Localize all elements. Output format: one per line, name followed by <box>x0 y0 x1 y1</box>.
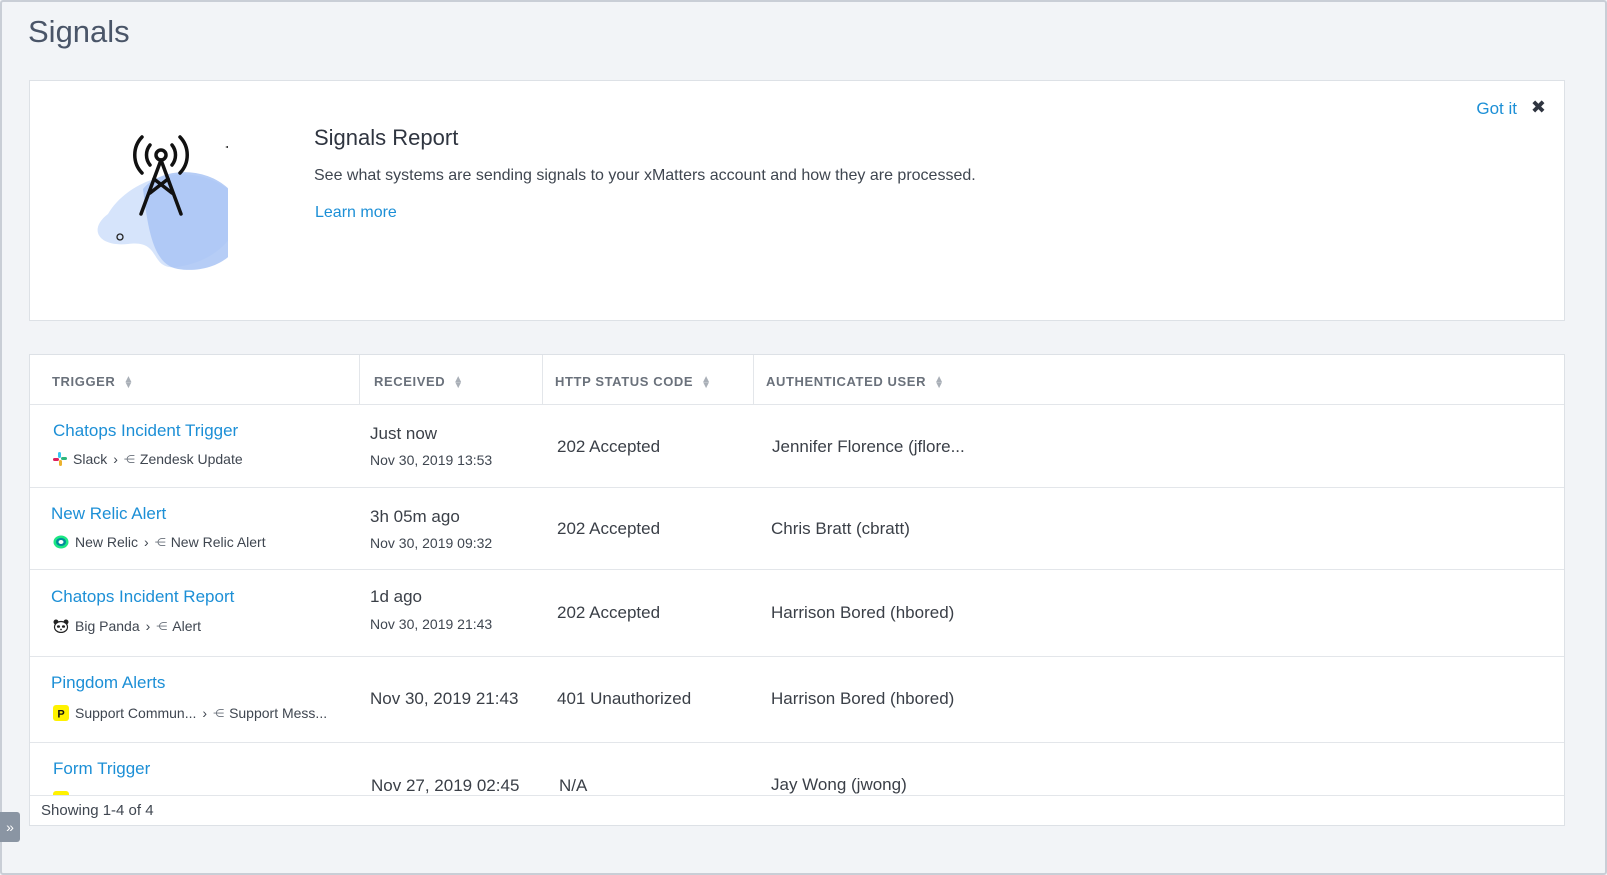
trigger-link[interactable]: Chatops Incident Trigger <box>53 421 238 441</box>
big-panda-icon <box>53 619 69 633</box>
signals-report-banner: Signals Report See what systems are send… <box>29 80 1565 321</box>
trigger-path: Big Panda › ⋲ Alert <box>53 618 201 634</box>
chevron-right-icon: › <box>202 705 208 721</box>
sort-icon: ▲ ▼ <box>701 373 712 391</box>
sort-icon: ▲ ▼ <box>123 373 134 391</box>
target-name: Alert <box>172 618 202 634</box>
http-status: N/A <box>559 776 588 795</box>
received-date: Nov 30, 2019 21:43 <box>370 616 493 632</box>
table-row[interactable]: Chatops Incident Report Big Panda › ⋲ Al… <box>30 570 1564 657</box>
trigger-link[interactable]: Form Trigger <box>53 759 150 779</box>
target-name: New Relic Alert <box>170 534 266 550</box>
expand-sidebar-icon[interactable]: » <box>0 812 20 842</box>
column-label: HTTP STATUS CODE <box>555 374 694 389</box>
column-header-received[interactable]: RECEIVED ▲ ▼ <box>374 355 464 405</box>
received-date: Nov 27, 2019 02:45 <box>371 776 520 795</box>
table-header: TRIGGER ▲ ▼ RECEIVED ▲ ▼ HTTP STATUS CODE ▲ ▼ … <box>30 355 1564 405</box>
http-status: 401 Unauthorized <box>557 689 692 708</box>
received-date: Nov 30, 2019 13:53 <box>370 452 493 468</box>
source-name: Big Panda <box>75 618 140 634</box>
http-status: 202 Accepted <box>557 519 661 538</box>
authenticated-user: Chris Bratt (cbratt) <box>771 519 910 538</box>
sort-icon: ▲ ▼ <box>453 373 464 391</box>
slack-icon <box>53 452 67 466</box>
table-row[interactable]: New Relic Alert New Relic › ⋲ New Relic … <box>30 488 1564 570</box>
column-divider <box>542 355 543 405</box>
sort-icon: ▲ ▼ <box>934 373 945 391</box>
http-status: 202 Accepted <box>557 437 661 456</box>
trigger-path: Slack › ⋲ Zendesk Update <box>53 451 243 467</box>
trigger-path: P Support Commun... › ⋲ Support Mess... <box>53 705 327 721</box>
trigger-path: New Relic › ⋲ New Relic Alert <box>53 534 266 550</box>
pingdom-icon: P <box>53 705 69 721</box>
chevron-right-icon: › <box>145 618 151 634</box>
authenticated-user: Jay Wong (jwong) <box>771 775 907 794</box>
received-relative: 3h 05m ago <box>370 507 460 526</box>
http-status: 202 Accepted <box>557 603 661 622</box>
close-icon[interactable]: ✖ <box>1531 97 1546 118</box>
received-date: Nov 30, 2019 21:43 <box>370 689 519 708</box>
page-title: Signals <box>28 14 130 49</box>
source-name: New Relic <box>75 534 139 550</box>
banner-description: See what systems are sending signals to … <box>314 167 976 184</box>
got-it-link[interactable]: Got it <box>1476 99 1517 119</box>
authenticated-user: Jennifer Florence (jflore... <box>772 437 965 456</box>
target-name: Zendesk Update <box>139 451 243 467</box>
table-row[interactable]: Chatops Incident Trigger Slack › ⋲ Zende… <box>30 405 1564 488</box>
flow-icon: ⋲ <box>123 453 135 466</box>
column-divider <box>753 355 754 405</box>
signals-table: TRIGGER ▲ ▼ RECEIVED ▲ ▼ HTTP STATUS CODE ▲ ▼ … <box>29 354 1565 826</box>
received-relative: Just now <box>370 424 438 443</box>
authenticated-user: Harrison Bored (hbored) <box>771 689 955 708</box>
svg-text:P: P <box>57 709 64 721</box>
flow-icon: ⋲ <box>213 707 225 720</box>
received-date: Nov 30, 2019 09:32 <box>370 535 493 551</box>
column-label: TRIGGER <box>52 374 116 389</box>
flow-icon: ⋲ <box>156 620 168 633</box>
flow-icon: ⋲ <box>154 536 166 549</box>
source-name: Slack <box>73 451 108 467</box>
trigger-link[interactable]: Pingdom Alerts <box>51 673 165 693</box>
column-header-http-status-code[interactable]: HTTP STATUS CODE ▲ ▼ <box>555 355 712 405</box>
signal-tower-illustration <box>97 135 228 270</box>
table-row[interactable]: Pingdom Alerts P Support Commun... › ⋲ S… <box>30 657 1564 743</box>
new-relic-icon <box>53 535 69 549</box>
authenticated-user: Harrison Bored (hbored) <box>771 603 955 622</box>
source-name: Support Commun... <box>75 705 197 721</box>
column-label: RECEIVED <box>374 374 446 389</box>
learn-more-link[interactable]: Learn more <box>315 204 397 222</box>
trigger-link[interactable]: Chatops Incident Report <box>51 587 234 607</box>
received-relative: 1d ago <box>370 587 422 606</box>
column-header-trigger[interactable]: TRIGGER ▲ ▼ <box>52 355 134 405</box>
column-divider <box>359 355 360 405</box>
trigger-link[interactable]: New Relic Alert <box>51 504 166 524</box>
chevron-right-icon: › <box>113 451 118 467</box>
column-label: AUTHENTICATED USER <box>766 374 927 389</box>
chevron-right-icon: › <box>144 534 149 550</box>
pagination-summary: Showing 1-4 of 4 <box>30 795 1564 825</box>
column-header-authenticated-user[interactable]: AUTHENTICATED USER ▲ ▼ <box>766 355 945 405</box>
target-name: Support Mess... <box>229 705 328 721</box>
banner-title: Signals Report <box>314 125 459 150</box>
